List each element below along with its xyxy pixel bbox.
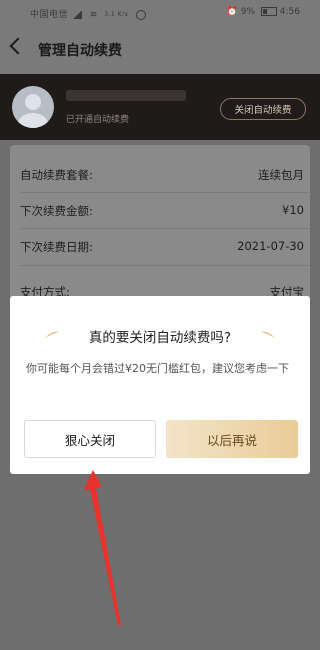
annotation-arrow-icon: [84, 470, 121, 626]
